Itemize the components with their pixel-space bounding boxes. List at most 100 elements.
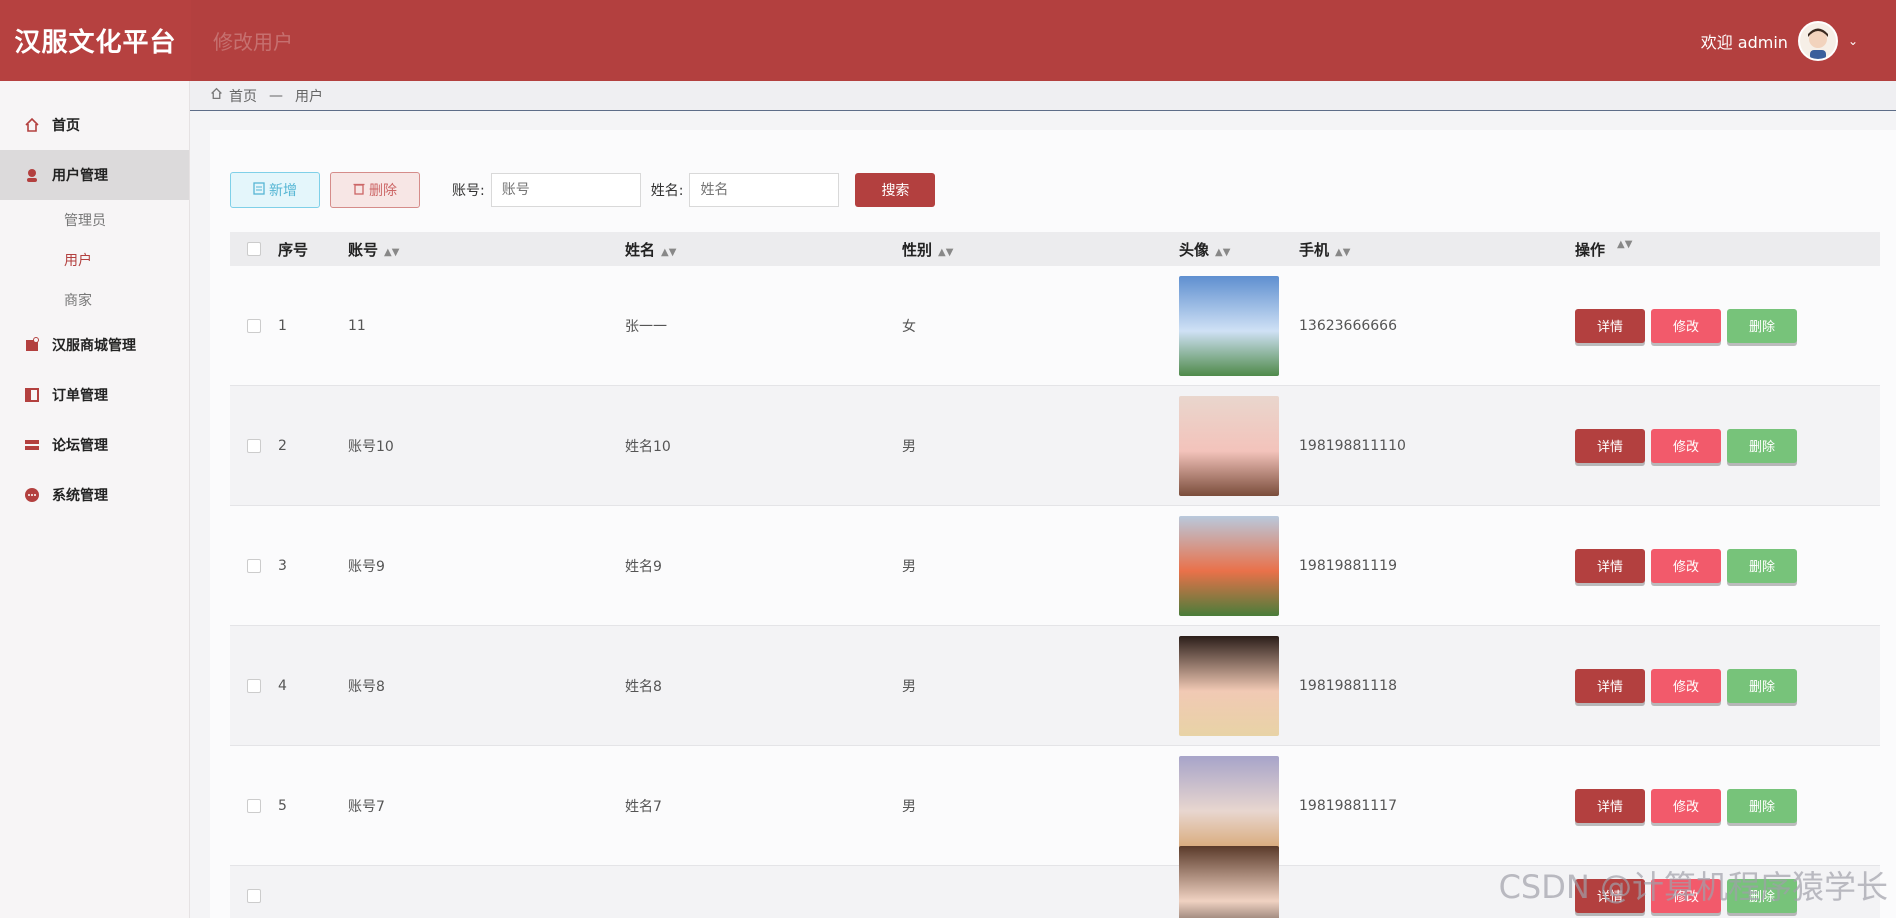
sidebar-item-orders[interactable]: 订单管理 <box>0 370 189 420</box>
delete-button[interactable]: 删除 <box>1727 428 1797 463</box>
chevron-down-icon[interactable]: ⌄ <box>1848 34 1858 48</box>
user-menu[interactable]: 欢迎 admin ⌄ <box>1701 0 1858 81</box>
sidebar: 首页 用户管理 管理员 用户 商家 汉服商城管理 订单管理 论坛管理 系统管理 <box>0 81 190 918</box>
cell-name: 姓名10 <box>625 438 671 455</box>
header-no: 序号 <box>278 240 309 259</box>
app-logo: 汉服文化平台 <box>0 0 191 81</box>
sidebar-subitem-merchant[interactable]: 商家 <box>0 280 189 320</box>
cell-account: 11 <box>348 317 366 334</box>
header-ops-label: 操作 <box>1575 240 1606 259</box>
delete-button[interactable]: 删除 <box>1727 548 1797 583</box>
sort-icon[interactable]: ▲▼ <box>938 247 953 258</box>
edit-button[interactable]: 修改 <box>1651 668 1721 703</box>
breadcrumb-current: 用户 <box>295 88 323 105</box>
cell-name: 张一一 <box>625 318 667 335</box>
select-all-checkbox[interactable] <box>247 242 261 256</box>
detail-button[interactable]: 详情 <box>1575 668 1645 703</box>
cell-account: 账号7 <box>348 798 385 815</box>
delete-button[interactable]: 删除 <box>1727 308 1797 343</box>
cell-no: 3 <box>278 557 287 574</box>
home-icon <box>24 117 40 133</box>
avatar[interactable] <box>1797 20 1838 61</box>
account-search-input[interactable] <box>490 173 641 207</box>
header-phone-label: 手机 <box>1299 240 1330 259</box>
header-avatar-label: 头像 <box>1179 240 1210 259</box>
table-body: 1 11 张一一 女 13623666666 详情 修改 删除 2 账号10 姓… <box>230 266 1880 918</box>
edit-button[interactable]: 修改 <box>1651 788 1721 823</box>
search-button[interactable]: 搜索 <box>855 173 936 207</box>
sidebar-item-home[interactable]: 首页 <box>0 100 189 150</box>
cell-no: 2 <box>278 437 287 454</box>
row-checkbox[interactable] <box>247 798 261 813</box>
table-row: 1 11 张一一 女 13623666666 详情 修改 删除 <box>230 266 1880 386</box>
sidebar-subitem-user[interactable]: 用户 <box>0 240 189 280</box>
sidebar-item-label: 汉服商城管理 <box>52 338 136 354</box>
sidebar-item-system[interactable]: 系统管理 <box>0 470 189 520</box>
header-name-label: 姓名 <box>625 240 656 259</box>
cell-name: 姓名8 <box>625 678 662 695</box>
header-avatar[interactable]: 头像 ▲▼ <box>1179 239 1299 260</box>
cell-phone: 19819881117 <box>1299 797 1397 814</box>
header-ops[interactable]: 操作 ▲▼ <box>1575 239 1880 260</box>
modal-title-ghost: 修改用户 <box>213 30 293 54</box>
edit-button[interactable]: 修改 <box>1651 428 1721 463</box>
table-row: 2 账号10 姓名10 男 198198811110 详情 修改 删除 <box>230 386 1880 506</box>
row-checkbox[interactable] <box>247 318 261 333</box>
toolbar: 新增 删除 账号: 姓名: 搜索 <box>230 172 936 208</box>
avatar-thumbnail[interactable] <box>1179 515 1279 616</box>
row-checkbox[interactable] <box>247 438 261 453</box>
sidebar-subitem-admin[interactable]: 管理员 <box>0 200 189 240</box>
avatar-thumbnail[interactable] <box>1179 395 1279 496</box>
cell-name: 姓名7 <box>625 798 662 815</box>
batch-delete-button[interactable]: 删除 <box>330 172 420 208</box>
avatar-thumbnail[interactable] <box>1179 275 1279 376</box>
cell-phone: 198198811110 <box>1299 437 1406 454</box>
sidebar-item-label: 系统管理 <box>52 488 108 504</box>
edit-button[interactable]: 修改 <box>1651 308 1721 343</box>
avatar-thumbnail[interactable] <box>1179 755 1279 856</box>
add-button-label: 新增 <box>269 183 297 199</box>
cell-phone: 19819881118 <box>1299 677 1397 694</box>
header-phone[interactable]: 手机 ▲▼ <box>1299 239 1575 260</box>
cell-phone: 13623666666 <box>1299 317 1397 334</box>
header-gender[interactable]: 性别 ▲▼ <box>902 239 1179 260</box>
detail-button[interactable]: 详情 <box>1575 548 1645 583</box>
sort-icon[interactable]: ▲▼ <box>1335 247 1350 258</box>
content-panel: 新增 删除 账号: 姓名: 搜索 序号 账号 ▲▼ 姓名 ▲▼ 性别 ▲▼ 头像 ▲▼ … <box>210 130 1896 918</box>
sort-icon[interactable]: ▲▼ <box>661 247 676 258</box>
detail-button[interactable]: 详情 <box>1575 308 1645 343</box>
header-account[interactable]: 账号 ▲▼ <box>348 239 625 260</box>
detail-button[interactable]: 详情 <box>1575 788 1645 823</box>
delete-button[interactable]: 删除 <box>1727 788 1797 823</box>
sidebar-item-user-management[interactable]: 用户管理 <box>0 150 189 200</box>
header-name[interactable]: 姓名 ▲▼ <box>625 239 902 260</box>
document-icon <box>253 181 265 199</box>
sidebar-item-forum[interactable]: 论坛管理 <box>0 420 189 470</box>
detail-button[interactable]: 详情 <box>1575 428 1645 463</box>
cell-gender: 男 <box>902 798 916 815</box>
add-button[interactable]: 新增 <box>230 172 320 208</box>
row-checkbox[interactable] <box>247 558 261 573</box>
header-account-label: 账号 <box>348 240 379 259</box>
cell-account: 账号10 <box>348 438 394 455</box>
top-header: 汉服文化平台 修改用户 欢迎 admin ⌄ <box>0 0 1896 81</box>
cell-no: 4 <box>278 677 287 694</box>
sort-icon[interactable]: ▲▼ <box>384 247 399 258</box>
row-checkbox[interactable] <box>247 678 261 693</box>
avatar-thumbnail[interactable] <box>1179 635 1279 736</box>
sort-icon[interactable]: ▲▼ <box>1617 239 1632 260</box>
name-search-input[interactable] <box>689 173 840 207</box>
table-row: 4 账号8 姓名8 男 19819881118 详情 修改 删除 <box>230 626 1880 746</box>
row-checkbox[interactable] <box>247 888 261 903</box>
sort-icon[interactable]: ▲▼ <box>1215 247 1230 258</box>
avatar-thumbnail[interactable] <box>1179 845 1279 918</box>
cell-gender: 女 <box>902 318 916 335</box>
home-icon[interactable] <box>210 87 223 104</box>
sidebar-item-shop[interactable]: 汉服商城管理 <box>0 320 189 370</box>
breadcrumb-home[interactable]: 首页 <box>229 86 257 106</box>
sidebar-item-label: 用户管理 <box>52 168 108 184</box>
edit-button[interactable]: 修改 <box>1651 548 1721 583</box>
cell-gender: 男 <box>902 438 916 455</box>
delete-button[interactable]: 删除 <box>1727 668 1797 703</box>
trash-icon <box>353 182 365 199</box>
